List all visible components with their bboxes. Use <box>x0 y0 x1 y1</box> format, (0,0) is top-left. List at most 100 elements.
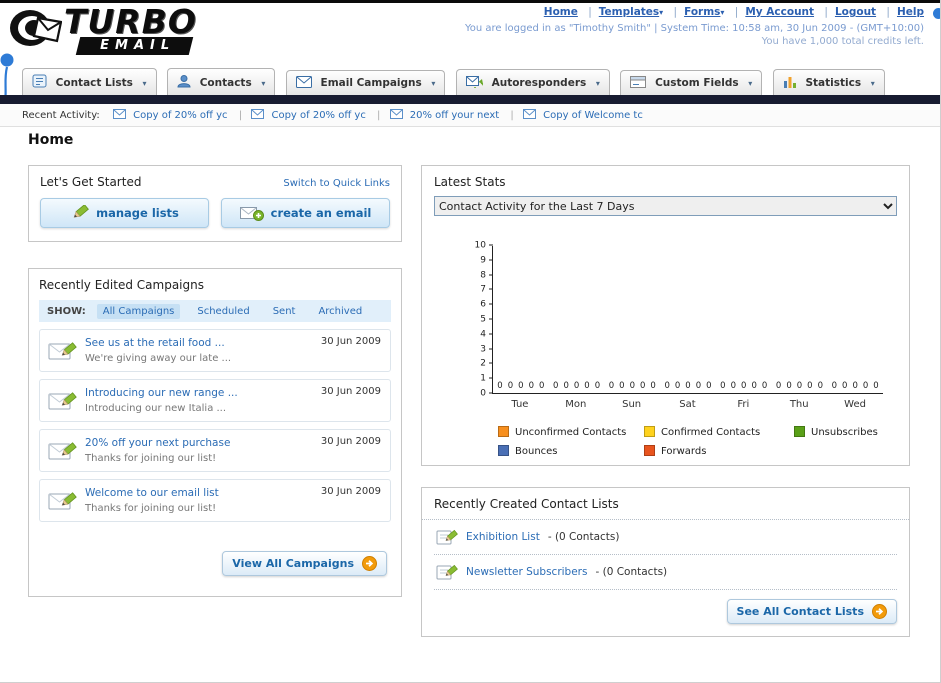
recent-activity-link[interactable]: Copy of Welcome tc <box>543 110 643 121</box>
campaign-subtitle: Introducing our new Italia ... <box>85 402 227 414</box>
create-email-label: create an email <box>270 206 372 220</box>
manage-lists-button[interactable]: manage lists <box>40 198 209 228</box>
nav-base-bar <box>0 95 940 104</box>
envelope-plus-icon <box>239 207 264 221</box>
app-logo: TURBO EMAIL <box>8 5 197 55</box>
app-window: TURBO EMAIL Home Templates Forms My Acco… <box>0 0 941 683</box>
arrow-circle-icon <box>872 604 887 619</box>
show-label: SHOW: <box>47 305 86 317</box>
top-link-my-account[interactable]: My Account <box>728 6 814 18</box>
campaigns-title: Recently Edited Campaigns <box>39 278 204 292</box>
logo-envelope-icon <box>10 10 62 46</box>
tab-custom-fields[interactable]: Custom Fields <box>620 70 763 95</box>
view-all-campaigns-button[interactable]: View All Campaigns <box>222 551 387 576</box>
contacts-icon <box>177 75 191 88</box>
campaign-row: See us at the retail food ... We're givi… <box>39 329 391 372</box>
list-edit-icon <box>436 529 458 545</box>
logo-text: TURBO EMAIL <box>64 5 197 55</box>
tab-label: Custom Fields <box>655 77 739 89</box>
contact-lists-icon <box>32 74 47 88</box>
create-email-button[interactable]: create an email <box>221 198 390 228</box>
recent-activity-link[interactable]: 20% off your next <box>410 110 499 121</box>
stats-range-select[interactable]: Contact Activity for the Last 7 Days <box>434 196 897 216</box>
custom-fields-icon <box>630 76 647 88</box>
legend-item: Confirmed Contacts <box>644 426 794 438</box>
contact-lists-title: Recently Created Contact Lists <box>434 497 619 511</box>
tab-statistics[interactable]: Statistics <box>772 69 885 95</box>
chart-plot: 0 1 2 3 4 5 6 7 8 9 10 000000000000000000000000000… <box>475 241 883 398</box>
contact-list-row: Newsletter Subscribers - (0 Contacts) <box>434 555 897 590</box>
top-link-home[interactable]: Home <box>544 6 578 18</box>
filter-scheduled[interactable]: Scheduled <box>191 304 255 319</box>
contact-list-count: - (0 Contacts) <box>595 566 668 578</box>
campaign-subtitle: Thanks for joining our list! <box>85 452 217 464</box>
tab-label: Statistics <box>805 77 862 89</box>
envelope-icon <box>522 109 536 119</box>
contact-list-row: Exhibition List - (0 Contacts) <box>434 520 897 555</box>
chart-legend: Unconfirmed Contacts Confirmed Contacts Un… <box>498 426 897 457</box>
chart-zero-labels: 00000000000000000000000000000000000 <box>497 381 879 391</box>
recent-activity-label: Recent Activity: <box>22 110 100 121</box>
top-link-forms[interactable]: Forms <box>667 6 725 18</box>
tab-contacts[interactable]: Contacts <box>167 68 276 95</box>
campaign-link[interactable]: Introducing our new range ... <box>85 387 238 399</box>
contact-list-link[interactable]: Exhibition List <box>466 531 540 543</box>
filter-sent[interactable]: Sent <box>267 304 302 319</box>
campaign-date: 30 Jun 2009 <box>320 436 381 447</box>
recent-activity-item: Copy of 20% off yc <box>112 109 242 121</box>
corner-dot-decoration <box>933 8 940 19</box>
tab-label: Email Campaigns <box>320 77 422 89</box>
see-all-contact-lists-label: See All Contact Lists <box>736 605 864 618</box>
manage-lists-label: manage lists <box>96 206 179 220</box>
header: TURBO EMAIL Home Templates Forms My Acco… <box>0 3 940 65</box>
campaigns-panel: Recently Edited Campaigns SHOW: All Camp… <box>28 268 402 597</box>
email-campaigns-icon <box>295 76 312 88</box>
envelope-icon <box>389 109 403 119</box>
campaign-link[interactable]: 20% off your next purchase <box>85 437 230 449</box>
filter-all-campaigns[interactable]: All Campaigns <box>96 303 181 319</box>
logo-title: TURBO <box>64 2 197 41</box>
session-info: You are logged in as "Timothy Smith" | S… <box>464 23 924 34</box>
switch-quick-links[interactable]: Switch to Quick Links <box>283 178 390 189</box>
campaign-filters: SHOW: All Campaigns Scheduled Sent Archi… <box>39 300 391 322</box>
recent-activity-link[interactable]: Copy of 20% off yc <box>271 110 365 121</box>
statistics-icon <box>783 77 796 88</box>
filter-archived[interactable]: Archived <box>312 304 368 319</box>
get-started-title: Let's Get Started <box>40 175 142 189</box>
logo-subtitle: EMAIL <box>100 38 176 53</box>
envelope-edit-icon <box>48 442 77 460</box>
campaign-date: 30 Jun 2009 <box>320 486 381 497</box>
tab-label: Contact Lists <box>55 77 133 89</box>
envelope-edit-icon <box>48 342 77 360</box>
legend-item: Forwards <box>644 445 794 457</box>
recent-activity-bar: Recent Activity: Copy of 20% off yc Copy… <box>0 104 940 127</box>
autoresponders-icon <box>465 76 483 88</box>
campaign-link[interactable]: Welcome to our email list <box>85 487 219 499</box>
envelope-edit-icon <box>48 492 77 510</box>
campaign-row: Welcome to our email list Thanks for joi… <box>39 479 391 522</box>
tab-contact-lists[interactable]: Contact Lists <box>22 68 157 95</box>
contact-list-link[interactable]: Newsletter Subscribers <box>466 566 587 578</box>
tab-autoresponders[interactable]: Autoresponders <box>455 69 610 95</box>
recent-activity-item: 20% off your next <box>389 109 514 121</box>
tab-email-campaigns[interactable]: Email Campaigns <box>285 70 446 95</box>
top-link-help[interactable]: Help <box>879 6 924 18</box>
campaign-date: 30 Jun 2009 <box>320 386 381 397</box>
chart-x-labels: Tue Mon Sun Sat Fri Thu Wed <box>511 399 866 410</box>
campaign-link[interactable]: See us at the retail food ... <box>85 337 225 349</box>
tab-label: Contacts <box>199 77 252 89</box>
recent-activity-link[interactable]: Copy of 20% off yc <box>133 110 227 121</box>
see-all-contact-lists-button[interactable]: See All Contact Lists <box>726 599 897 624</box>
recent-activity-item: Copy of 20% off yc <box>251 109 380 121</box>
top-nav: Home Templates Forms My Account Logout H… <box>544 6 924 18</box>
pencil-icon <box>73 205 90 218</box>
top-link-logout[interactable]: Logout <box>817 6 876 18</box>
arrow-circle-icon <box>362 556 377 571</box>
campaign-row: Introducing our new range ... Introducin… <box>39 379 391 422</box>
recent-activity-item: Copy of Welcome tc <box>522 109 643 121</box>
campaign-subtitle: We're giving away our late ... <box>85 352 232 364</box>
legend-item: Unsubscribes <box>794 426 897 438</box>
envelope-icon <box>251 109 265 119</box>
envelope-edit-icon <box>48 392 77 410</box>
top-link-templates[interactable]: Templates <box>581 6 663 18</box>
